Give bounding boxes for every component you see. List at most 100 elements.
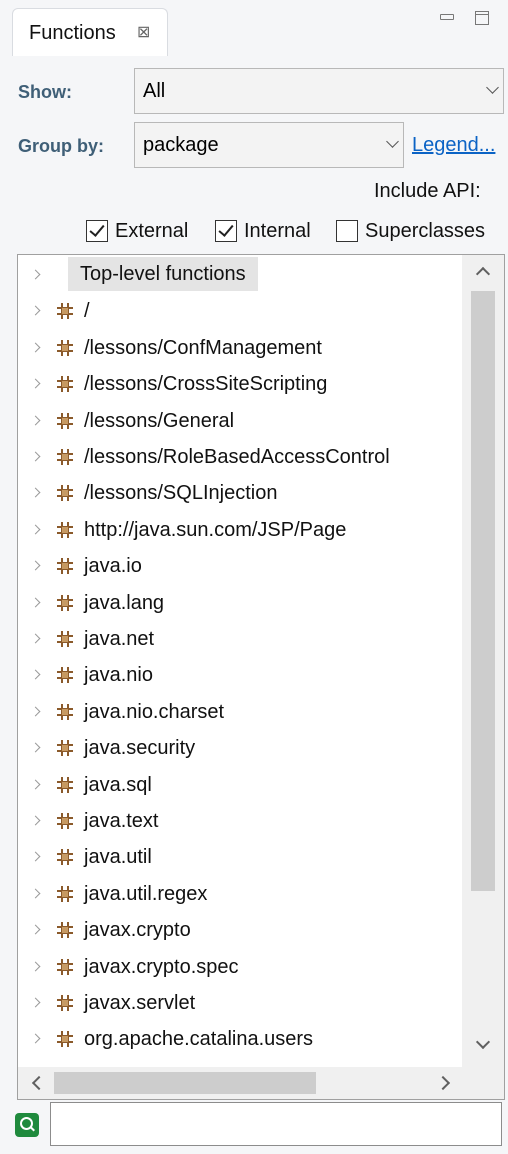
package-icon [56,885,74,903]
package-icon [56,594,74,612]
tree-item[interactable]: java.nio.charset [18,694,462,730]
chevron-right-icon[interactable] [30,269,41,280]
chevron-right-icon[interactable] [30,524,41,535]
chevron-right-icon[interactable] [30,669,41,680]
chevron-right-icon[interactable] [30,560,41,571]
chevron-right-icon[interactable] [30,305,41,316]
scroll-right-icon[interactable] [435,1075,451,1091]
chevron-right-icon[interactable] [30,633,41,644]
chevron-right-icon[interactable] [30,415,41,426]
include-api-label: Include API: [374,180,481,202]
tree-item[interactable]: /lessons/CrossSiteScripting [18,366,462,402]
show-dropdown[interactable]: All [134,68,504,114]
minimize-icon[interactable] [440,14,454,20]
tree-item[interactable]: java.net [18,621,462,657]
tab-functions[interactable]: Functions ⊠ [12,8,168,56]
scroll-down-icon[interactable] [475,1034,491,1050]
group-by-value: package [143,134,219,156]
tree-item-label: java.lang [84,591,165,614]
filter-input[interactable] [50,1102,502,1146]
tree-item-label: /lessons/ConfManagement [84,336,322,359]
tree-item[interactable]: java.sql [18,767,462,803]
tree-item[interactable]: java.io [18,548,462,584]
chevron-right-icon[interactable] [30,451,41,462]
tree-item[interactable]: java.lang [18,585,462,621]
package-icon [56,557,74,575]
superclasses-checkbox[interactable] [336,220,358,242]
view-tab-bar: Functions ⊠ [0,0,508,56]
tree-item-label: java.util [84,846,152,869]
chevron-right-icon[interactable] [30,597,41,608]
chevron-right-icon[interactable] [30,815,41,826]
chevron-right-icon[interactable] [30,924,41,935]
chevron-right-icon[interactable] [30,997,41,1008]
chevron-right-icon[interactable] [30,706,41,717]
functions-tree[interactable]: Top-level functions / /lessons/ConfManagem… [17,254,505,1100]
tree-item-label: javax.servlet [84,992,196,1014]
tree-item[interactable]: javax.servlet [18,985,462,1021]
chevron-right-icon[interactable] [30,378,41,389]
show-label: Show: [18,82,72,102]
scroll-up-icon[interactable] [475,266,491,282]
package-icon [56,448,74,466]
package-icon [56,921,74,939]
tree-item[interactable]: java.util.regex [18,876,462,912]
tree-item-label: java.nio.charset [84,700,225,723]
group-by-dropdown[interactable]: package [134,122,404,168]
vertical-scroll-thumb[interactable] [471,291,495,891]
external-checkbox[interactable] [86,220,108,242]
tree-item-label: java.security [84,737,196,760]
tree-item[interactable]: /lessons/ConfManagement [18,330,462,366]
tree-item-label: java.util.regex [84,882,208,905]
close-icon[interactable]: ⊠ [137,22,150,42]
package-icon [56,375,74,393]
chevron-down-icon [487,83,498,94]
tree-item-label: java.net [84,628,155,650]
tree-item-label: http://java.sun.com/JSP/Page [84,518,347,541]
chevron-right-icon[interactable] [30,1033,41,1044]
group-by-label: Group by: [18,136,104,156]
tree-item[interactable]: / [18,293,462,329]
search-icon [15,1113,39,1137]
package-icon [56,630,74,648]
tree-item[interactable]: org.apache.catalina.users [18,1021,462,1057]
legend-link[interactable]: Legend... [412,134,495,157]
package-icon [56,958,74,976]
tree-item[interactable]: javax.crypto [18,912,462,948]
package-icon [56,484,74,502]
tree-item[interactable]: java.nio [18,657,462,693]
scroll-left-icon[interactable] [31,1075,47,1091]
chevron-right-icon[interactable] [30,342,41,353]
tree-item-label: org.apache.catalina.users [84,1028,314,1051]
vertical-scrollbar[interactable] [462,255,504,1067]
chevron-right-icon[interactable] [30,742,41,753]
tree-item-label: / [84,300,90,323]
package-icon [56,812,74,830]
show-value: All [143,80,166,102]
tree-item[interactable]: /lessons/RoleBasedAccessControl [18,439,462,475]
tree-item-top-level-functions[interactable]: Top-level functions [18,257,462,293]
tree-item[interactable]: java.util [18,839,462,875]
tree-item[interactable]: java.security [18,730,462,766]
tree-item-label: Top-level functions [68,257,258,291]
tree-item[interactable]: java.text [18,803,462,839]
chevron-right-icon[interactable] [30,851,41,862]
tree-item-label: java.nio [84,664,153,687]
internal-checkbox[interactable] [215,220,237,242]
superclasses-checkbox-label: Superclasses [365,220,486,242]
tree-item[interactable]: /lessons/SQLInjection [18,475,462,511]
tree-item[interactable]: http://java.sun.com/JSP/Page [18,512,462,548]
chevron-right-icon[interactable] [30,888,41,899]
package-icon [56,666,74,684]
scrollbar-corner [462,1067,504,1099]
tree-item-label: /lessons/General [84,409,235,432]
tree-item[interactable]: javax.crypto.spec [18,949,462,985]
horizontal-scroll-thumb[interactable] [54,1072,316,1094]
tree-item[interactable]: /lessons/General [18,403,462,439]
package-icon [56,703,74,721]
chevron-right-icon[interactable] [30,487,41,498]
chevron-right-icon[interactable] [30,779,41,790]
horizontal-scrollbar[interactable] [18,1067,462,1099]
maximize-icon[interactable] [475,11,489,25]
chevron-right-icon[interactable] [30,961,41,972]
